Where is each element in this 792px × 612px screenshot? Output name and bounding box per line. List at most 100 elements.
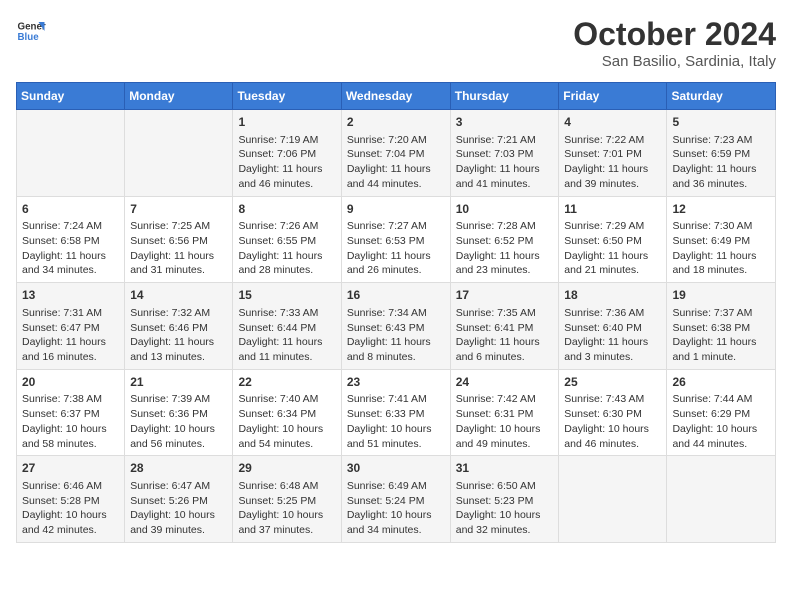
day-info: Daylight: 10 hours and 34 minutes. (347, 508, 445, 537)
day-number: 20 (22, 374, 119, 391)
logo: General Blue (16, 16, 46, 46)
day-info: Sunset: 6:36 PM (130, 407, 227, 422)
day-info: Sunset: 6:31 PM (456, 407, 554, 422)
day-info: Sunset: 6:52 PM (456, 234, 554, 249)
col-header-tuesday: Tuesday (233, 83, 341, 110)
calendar-week-row: 6Sunrise: 7:24 AMSunset: 6:58 PMDaylight… (17, 196, 776, 283)
col-header-saturday: Saturday (667, 83, 776, 110)
day-number: 13 (22, 287, 119, 304)
calendar-cell: 11Sunrise: 7:29 AMSunset: 6:50 PMDayligh… (559, 196, 667, 283)
day-info: Sunrise: 7:42 AM (456, 392, 554, 407)
calendar-cell: 9Sunrise: 7:27 AMSunset: 6:53 PMDaylight… (341, 196, 450, 283)
day-info: Daylight: 11 hours and 1 minute. (672, 335, 770, 364)
day-info: Daylight: 10 hours and 56 minutes. (130, 422, 227, 451)
calendar-cell: 17Sunrise: 7:35 AMSunset: 6:41 PMDayligh… (450, 283, 559, 370)
calendar-table: SundayMondayTuesdayWednesdayThursdayFrid… (16, 82, 776, 543)
col-header-wednesday: Wednesday (341, 83, 450, 110)
day-info: Daylight: 10 hours and 32 minutes. (456, 508, 554, 537)
page-header: General Blue October 2024 San Basilio, S… (16, 16, 776, 70)
location-subtitle: San Basilio, Sardinia, Italy (573, 53, 776, 70)
day-info: Sunrise: 6:46 AM (22, 479, 119, 494)
calendar-cell: 28Sunrise: 6:47 AMSunset: 5:26 PMDayligh… (125, 456, 233, 543)
day-info: Daylight: 11 hours and 21 minutes. (564, 249, 661, 278)
calendar-cell: 2Sunrise: 7:20 AMSunset: 7:04 PMDaylight… (341, 110, 450, 197)
calendar-cell: 19Sunrise: 7:37 AMSunset: 6:38 PMDayligh… (667, 283, 776, 370)
day-number: 26 (672, 374, 770, 391)
calendar-cell (17, 110, 125, 197)
day-info: Sunset: 7:03 PM (456, 147, 554, 162)
calendar-cell: 8Sunrise: 7:26 AMSunset: 6:55 PMDaylight… (233, 196, 341, 283)
calendar-cell: 13Sunrise: 7:31 AMSunset: 6:47 PMDayligh… (17, 283, 125, 370)
day-info: Sunrise: 7:27 AM (347, 219, 445, 234)
calendar-cell (559, 456, 667, 543)
day-info: Sunset: 5:24 PM (347, 494, 445, 509)
day-number: 6 (22, 201, 119, 218)
day-number: 22 (238, 374, 335, 391)
calendar-week-row: 13Sunrise: 7:31 AMSunset: 6:47 PMDayligh… (17, 283, 776, 370)
calendar-week-row: 1Sunrise: 7:19 AMSunset: 7:06 PMDaylight… (17, 110, 776, 197)
day-info: Daylight: 11 hours and 26 minutes. (347, 249, 445, 278)
day-info: Daylight: 10 hours and 39 minutes. (130, 508, 227, 537)
day-info: Daylight: 10 hours and 44 minutes. (672, 422, 770, 451)
day-info: Sunset: 5:28 PM (22, 494, 119, 509)
day-info: Daylight: 10 hours and 58 minutes. (22, 422, 119, 451)
day-info: Daylight: 10 hours and 54 minutes. (238, 422, 335, 451)
calendar-week-row: 20Sunrise: 7:38 AMSunset: 6:37 PMDayligh… (17, 369, 776, 456)
day-info: Sunrise: 7:43 AM (564, 392, 661, 407)
day-info: Sunrise: 7:19 AM (238, 133, 335, 148)
calendar-week-row: 27Sunrise: 6:46 AMSunset: 5:28 PMDayligh… (17, 456, 776, 543)
day-info: Daylight: 11 hours and 28 minutes. (238, 249, 335, 278)
day-info: Sunrise: 7:36 AM (564, 306, 661, 321)
day-info: Daylight: 11 hours and 44 minutes. (347, 162, 445, 191)
day-info: Sunrise: 7:40 AM (238, 392, 335, 407)
day-info: Sunrise: 7:30 AM (672, 219, 770, 234)
day-number: 10 (456, 201, 554, 218)
day-number: 7 (130, 201, 227, 218)
calendar-cell: 10Sunrise: 7:28 AMSunset: 6:52 PMDayligh… (450, 196, 559, 283)
day-info: Sunset: 6:50 PM (564, 234, 661, 249)
day-info: Sunset: 5:23 PM (456, 494, 554, 509)
day-info: Sunset: 6:41 PM (456, 321, 554, 336)
day-info: Sunrise: 7:41 AM (347, 392, 445, 407)
day-number: 21 (130, 374, 227, 391)
calendar-cell: 5Sunrise: 7:23 AMSunset: 6:59 PMDaylight… (667, 110, 776, 197)
col-header-monday: Monday (125, 83, 233, 110)
col-header-sunday: Sunday (17, 83, 125, 110)
day-number: 16 (347, 287, 445, 304)
day-number: 18 (564, 287, 661, 304)
day-info: Sunset: 6:34 PM (238, 407, 335, 422)
day-info: Daylight: 11 hours and 46 minutes. (238, 162, 335, 191)
day-info: Daylight: 10 hours and 46 minutes. (564, 422, 661, 451)
calendar-cell: 21Sunrise: 7:39 AMSunset: 6:36 PMDayligh… (125, 369, 233, 456)
day-info: Daylight: 11 hours and 16 minutes. (22, 335, 119, 364)
day-info: Daylight: 11 hours and 39 minutes. (564, 162, 661, 191)
day-info: Daylight: 10 hours and 49 minutes. (456, 422, 554, 451)
day-info: Sunrise: 7:32 AM (130, 306, 227, 321)
day-info: Daylight: 10 hours and 37 minutes. (238, 508, 335, 537)
day-info: Sunrise: 7:20 AM (347, 133, 445, 148)
day-number: 1 (238, 114, 335, 131)
calendar-cell: 6Sunrise: 7:24 AMSunset: 6:58 PMDaylight… (17, 196, 125, 283)
day-number: 3 (456, 114, 554, 131)
day-info: Sunset: 6:33 PM (347, 407, 445, 422)
day-number: 5 (672, 114, 770, 131)
title-block: October 2024 San Basilio, Sardinia, Ital… (573, 16, 776, 70)
day-info: Daylight: 10 hours and 42 minutes. (22, 508, 119, 537)
day-number: 19 (672, 287, 770, 304)
calendar-cell: 18Sunrise: 7:36 AMSunset: 6:40 PMDayligh… (559, 283, 667, 370)
day-info: Sunset: 5:25 PM (238, 494, 335, 509)
day-info: Sunrise: 6:49 AM (347, 479, 445, 494)
day-info: Daylight: 11 hours and 36 minutes. (672, 162, 770, 191)
day-info: Daylight: 11 hours and 41 minutes. (456, 162, 554, 191)
day-number: 11 (564, 201, 661, 218)
day-info: Daylight: 11 hours and 31 minutes. (130, 249, 227, 278)
calendar-header-row: SundayMondayTuesdayWednesdayThursdayFrid… (17, 83, 776, 110)
day-number: 29 (238, 460, 335, 477)
day-info: Sunset: 6:49 PM (672, 234, 770, 249)
day-info: Sunset: 6:58 PM (22, 234, 119, 249)
day-info: Daylight: 11 hours and 11 minutes. (238, 335, 335, 364)
calendar-cell: 20Sunrise: 7:38 AMSunset: 6:37 PMDayligh… (17, 369, 125, 456)
day-number: 9 (347, 201, 445, 218)
calendar-cell: 1Sunrise: 7:19 AMSunset: 7:06 PMDaylight… (233, 110, 341, 197)
day-number: 12 (672, 201, 770, 218)
